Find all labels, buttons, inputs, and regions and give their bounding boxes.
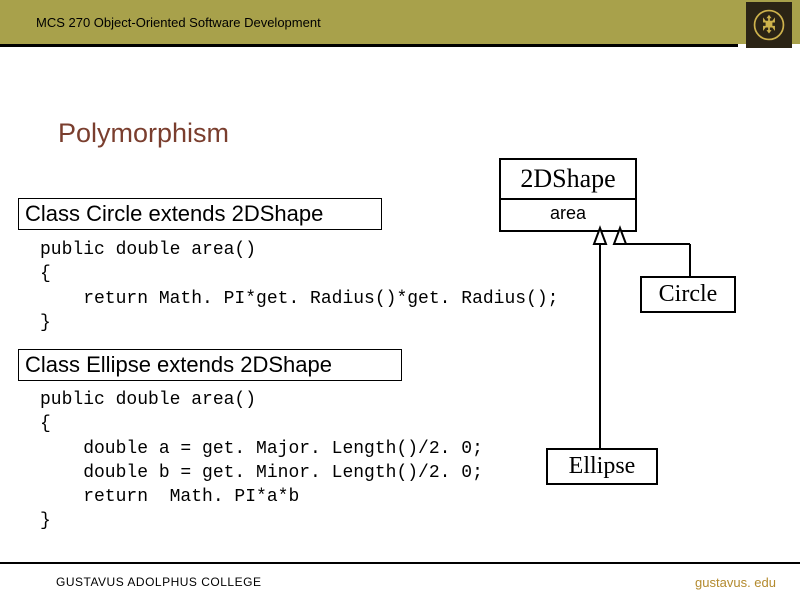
class-declaration-ellipse: Class Ellipse extends 2DShape bbox=[18, 349, 402, 381]
code-block-circle: public double area() { return Math. PI*g… bbox=[40, 238, 660, 335]
course-label: MCS 270 Object-Oriented Software Develop… bbox=[36, 15, 321, 30]
uml-2dshape-attr: area bbox=[501, 200, 635, 230]
header-bar: MCS 270 Object-Oriented Software Develop… bbox=[0, 0, 800, 44]
class-declaration-circle: Class Circle extends 2DShape bbox=[18, 198, 382, 230]
footer-college: GUSTAVUS ADOLPHUS COLLEGE bbox=[56, 575, 261, 589]
uml-class-2dshape: 2DShape area bbox=[499, 158, 637, 232]
uml-class-circle: Circle bbox=[640, 276, 736, 313]
footer-site: gustavus. edu bbox=[695, 575, 776, 590]
slide-body: Polymorphism Class Circle extends 2DShap… bbox=[0, 44, 800, 564]
slide-title: Polymorphism bbox=[58, 118, 229, 149]
uml-class-ellipse: Ellipse bbox=[546, 448, 658, 485]
uml-2dshape-name: 2DShape bbox=[501, 160, 635, 200]
footer-bar: GUSTAVUS ADOLPHUS COLLEGE gustavus. edu bbox=[0, 562, 800, 600]
college-seal-icon bbox=[746, 2, 792, 48]
